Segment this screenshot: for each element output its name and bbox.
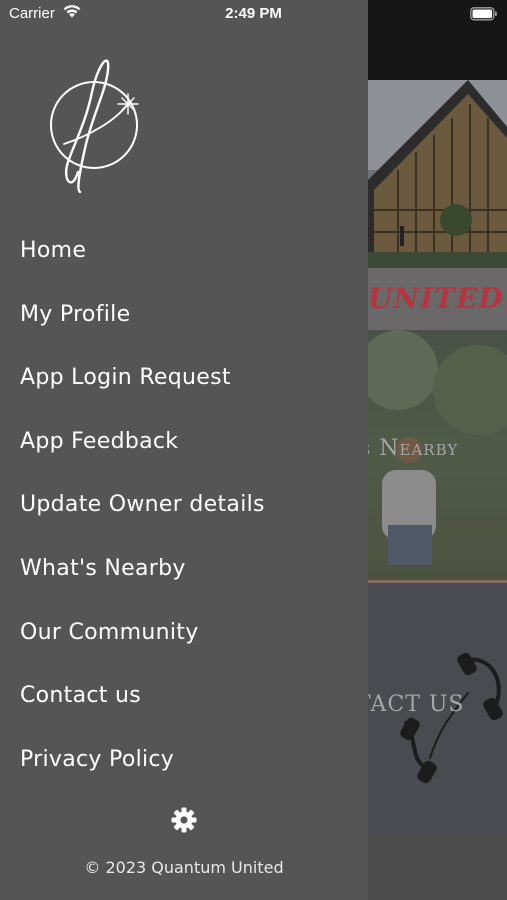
menu-item-update-owner-details[interactable]: Update Owner details <box>20 482 265 546</box>
brand-banner: UNITED <box>368 268 507 330</box>
clock: 2:49 PM <box>225 5 282 22</box>
house-image-tile[interactable] <box>368 80 507 268</box>
whats-nearby-label: s Nearby <box>368 436 459 461</box>
menu-item-privacy-policy[interactable]: Privacy Policy <box>20 737 265 801</box>
background-footer <box>368 835 507 900</box>
menu-item-whats-nearby[interactable]: What's Nearby <box>20 546 265 610</box>
menu-item-app-login-request[interactable]: App Login Request <box>20 355 265 419</box>
menu-item-app-feedback[interactable]: App Feedback <box>20 419 265 483</box>
gear-icon[interactable] <box>170 806 198 834</box>
brand-text: UNITED <box>368 282 504 315</box>
menu-item-home[interactable]: Home <box>20 228 265 292</box>
battery-icon <box>470 7 498 26</box>
menu-item-our-community[interactable]: Our Community <box>20 610 265 674</box>
app-logo <box>44 52 144 194</box>
copyright-text: © 2023 Quantum United <box>84 858 284 877</box>
menu-item-contact-us[interactable]: Contact us <box>20 673 265 737</box>
status-bar: Carrier 2:49 PM <box>0 0 507 30</box>
drawer-menu: Home My Profile App Login Request App Fe… <box>20 228 265 800</box>
menu-item-my-profile[interactable]: My Profile <box>20 292 265 356</box>
navigation-drawer: Home My Profile App Login Request App Fe… <box>0 0 368 900</box>
contact-us-label: TACT US <box>368 692 465 717</box>
whats-nearby-tile[interactable]: s Nearby <box>368 330 507 583</box>
contact-us-tile[interactable]: TACT US <box>368 583 507 835</box>
